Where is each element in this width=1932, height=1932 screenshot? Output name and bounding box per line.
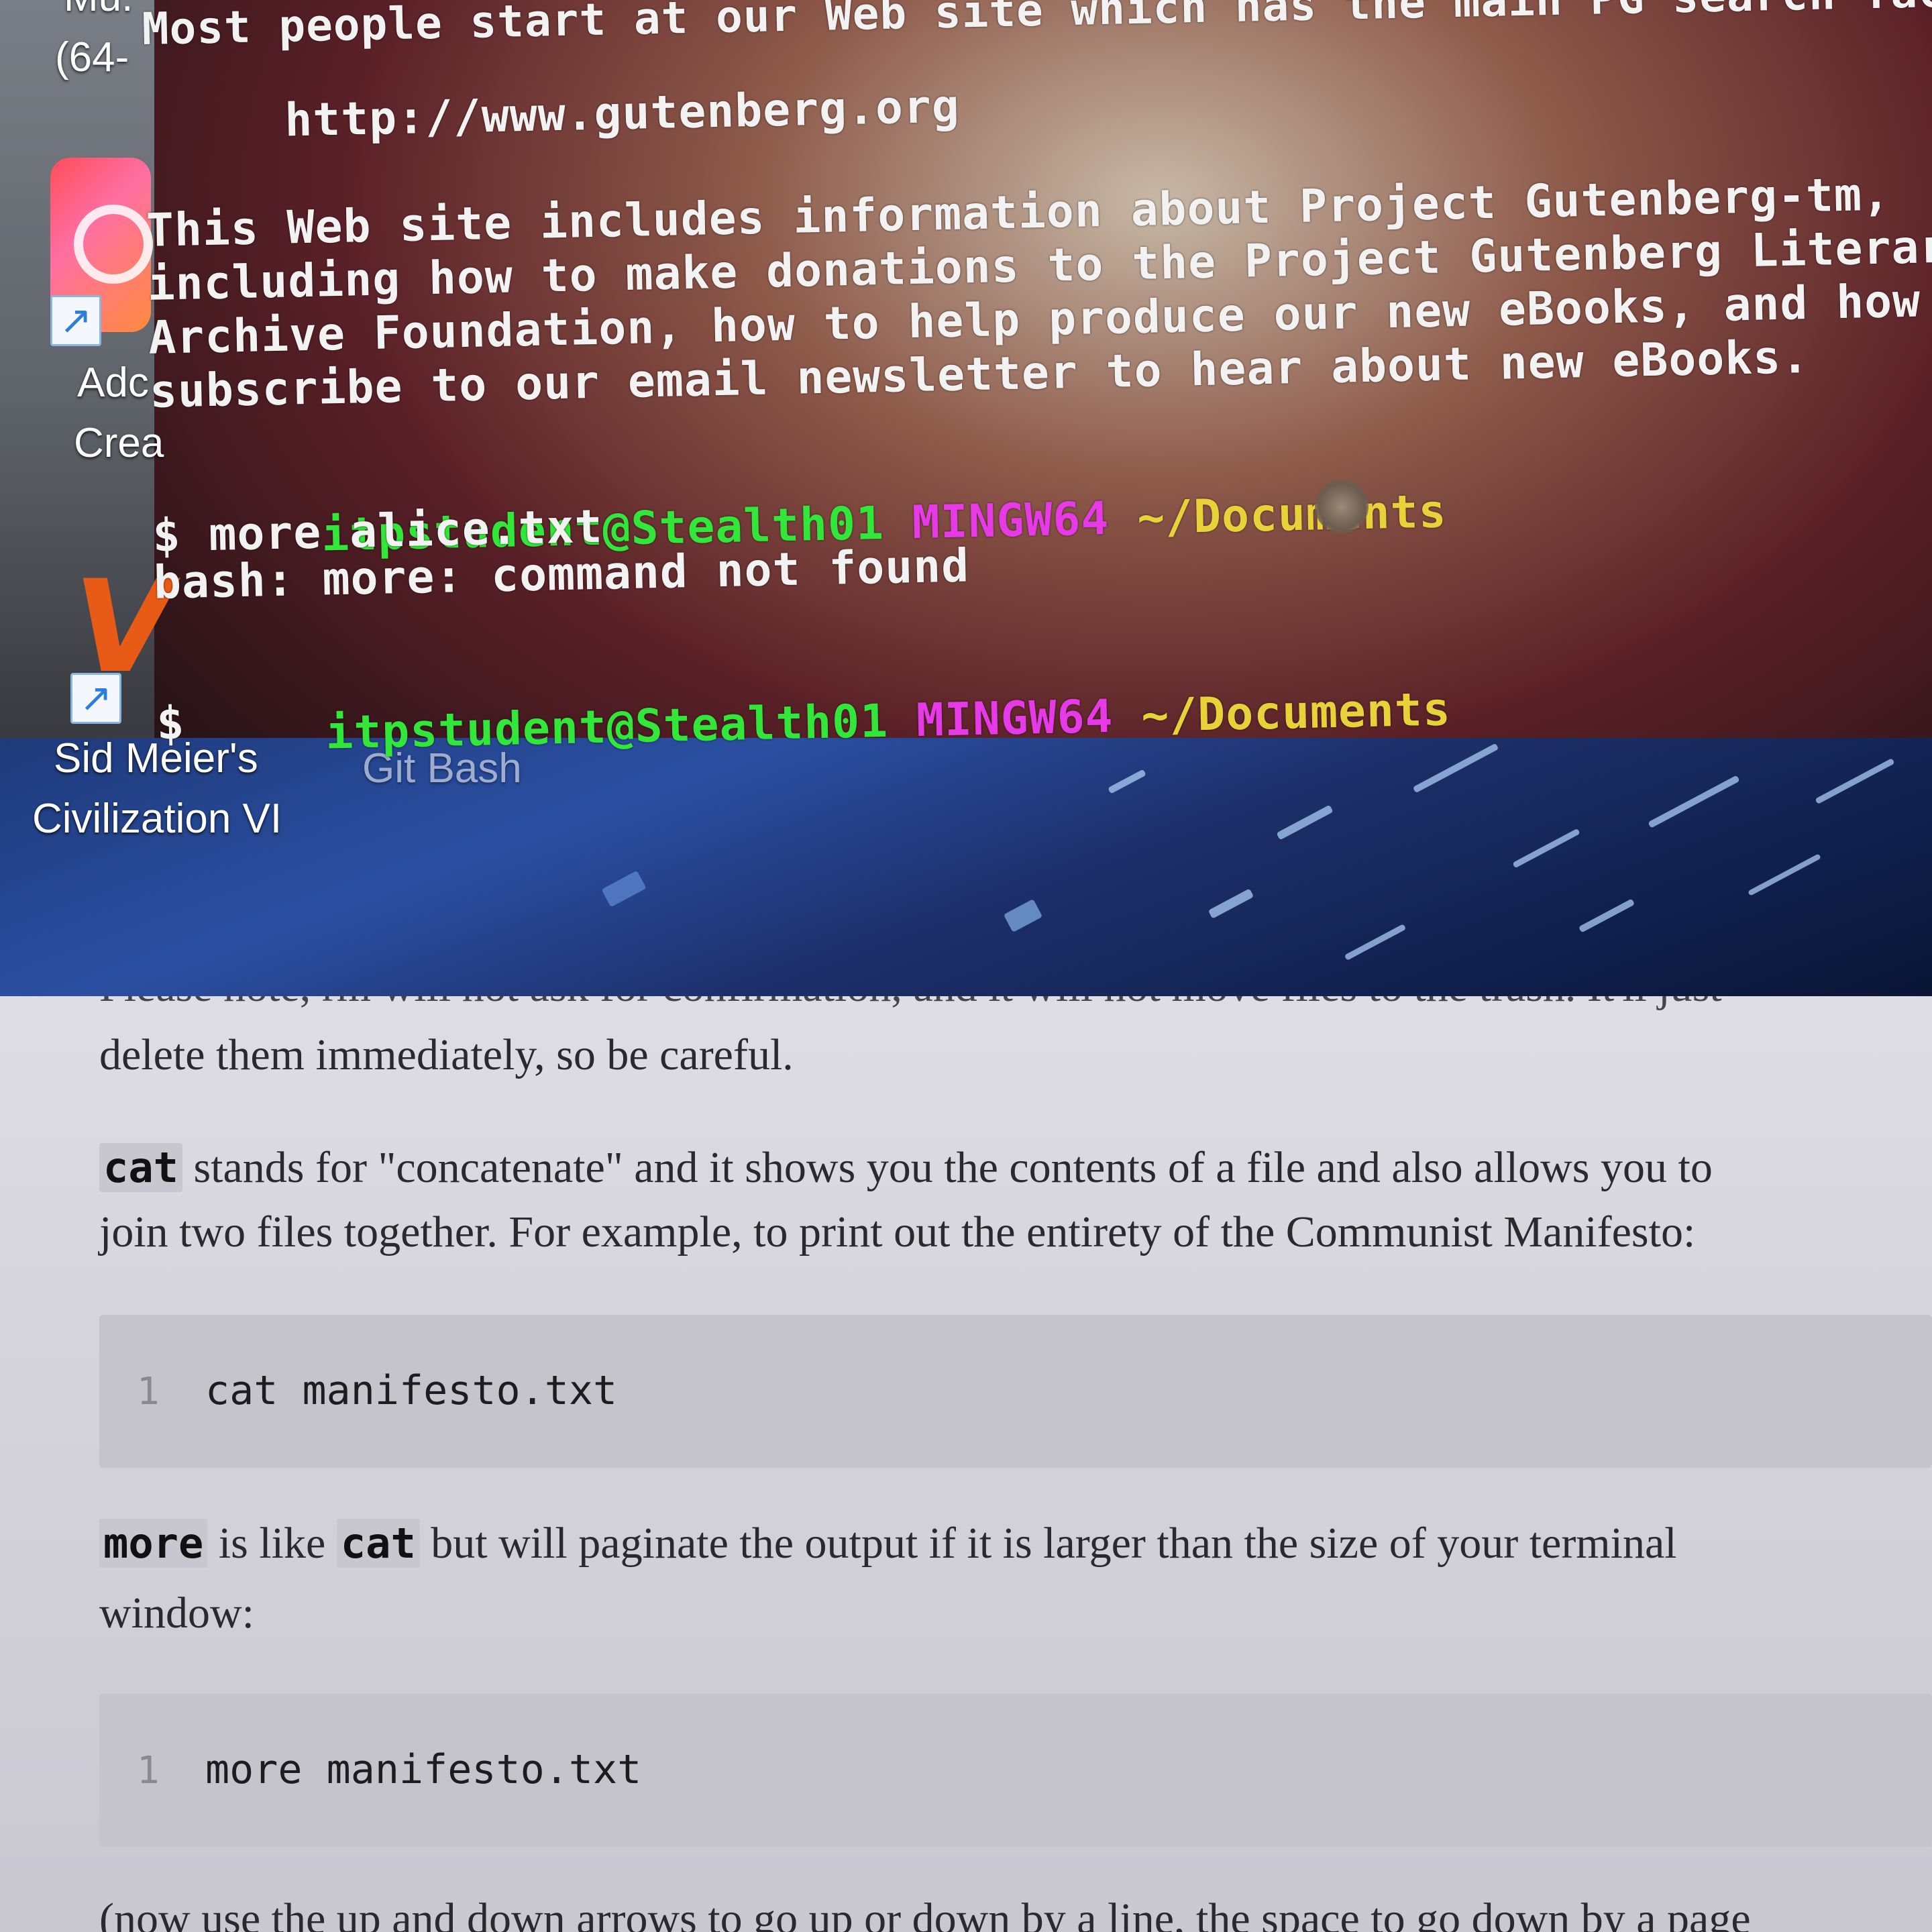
desktop-label-partial: Mu. (64, 0, 133, 21)
paragraph-text: but will paginate the output if it is la… (419, 1519, 1677, 1568)
terminal-output-line: http://www.gutenberg.org (143, 80, 961, 150)
terminal-output-line: Most people start at our Web site which … (141, 0, 1932, 55)
code-block-cat[interactable]: 1 cat manifesto.txt (99, 1315, 1932, 1468)
paragraph-line: window: (99, 1589, 254, 1638)
prompt-path: ~/Documents (1140, 683, 1452, 743)
inline-code-more: more (99, 1519, 208, 1568)
prompt-host: MINGW64 (916, 690, 1114, 748)
desktop-label-partial: (64- (55, 34, 129, 80)
paragraph-line: delete them immediately, so be careful. (99, 1030, 794, 1079)
paragraph-line: join two files together. For example, to… (99, 1208, 1696, 1256)
paragraph-text: is like (207, 1519, 337, 1568)
shortcut-arrow-icon: ↗ (70, 673, 121, 724)
code-line[interactable]: more manifesto.txt (205, 1746, 641, 1793)
paragraph-partial: Please note, rm will not ask for confirm… (99, 996, 1877, 1019)
desktop-photo: Mu. (64- ↗ Adc Crea V ↗ Sid Meier's Civi… (0, 0, 1932, 996)
code-line-number: 1 (137, 1370, 160, 1413)
inline-code-cat: cat (99, 1143, 182, 1192)
terminal-dust-spot (1315, 480, 1368, 533)
creative-cloud-label[interactable]: Adc (77, 359, 149, 407)
code-block-more[interactable]: 1 more manifesto.txt (99, 1694, 1932, 1847)
prompt-path: ~/Documents (1136, 485, 1448, 545)
paragraph-cat: cat stands for "concatenate" and it show… (99, 1136, 1877, 1200)
code-line[interactable]: cat manifesto.txt (205, 1367, 617, 1414)
inline-code-cat: cat (336, 1519, 420, 1568)
terminal-input-prompt[interactable]: $ (156, 697, 186, 751)
git-bash-terminal[interactable]: Most people start at our Web site which … (141, 0, 1932, 759)
paragraph-more: more is like cat but will paginate the o… (99, 1511, 1877, 1576)
prompt-user: itpstudent@Stealth01 (325, 694, 889, 760)
paragraph-text: stands for "concatenate" and it shows yo… (182, 1143, 1713, 1192)
tutorial-page: Please note, rm will not ask for confirm… (0, 996, 1932, 1932)
terminal-prompt: itpstudent@Stealth01 MINGW64 ~/Documents (155, 630, 1452, 816)
paragraph-partial: (now use the up and down arrows to go up… (99, 1894, 1751, 1932)
code-line-number: 1 (137, 1749, 160, 1792)
shortcut-arrow-icon: ↗ (50, 295, 101, 346)
